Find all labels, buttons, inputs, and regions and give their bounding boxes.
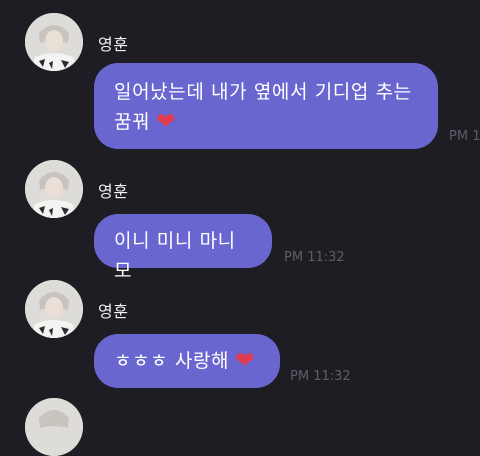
- message-bubble[interactable]: ㅎㅎㅎ 사랑해 ❤: [94, 334, 280, 388]
- avatar[interactable]: [25, 280, 83, 338]
- heart-icon: ❤: [235, 348, 255, 374]
- chat-thread: 영훈 일어났는데 내가 옆에서 기디업 추는 꿈꿔❤ PM 11 영훈 이니 미…: [0, 0, 480, 456]
- avatar[interactable]: [25, 160, 83, 218]
- message-text: 꿈꿔 ❤: [114, 109, 177, 135]
- message-bubble[interactable]: 이니 미니 마니모: [94, 214, 272, 282]
- avatar-photo-icon: [25, 280, 83, 338]
- avatar-photo-icon: [25, 398, 83, 456]
- avatar[interactable]: [25, 13, 83, 71]
- sender-name: 영훈: [98, 182, 129, 201]
- heart-icon: ❤: [156, 109, 177, 135]
- avatar-photo-icon: [25, 160, 83, 218]
- avatar[interactable]: [25, 398, 83, 456]
- message-text: 일어났는데 내가 옆에서 기디업 추는: [114, 81, 412, 103]
- sender-name: 영훈: [98, 302, 129, 321]
- message-text: ㅎㅎㅎ 사랑해 ❤: [114, 348, 255, 374]
- message-timestamp: PM 11:32: [290, 369, 351, 384]
- message-bubble[interactable]: 일어났는데 내가 옆에서 기디업 추는 꿈꿔 ❤: [94, 63, 438, 149]
- message-timestamp: PM 11: [449, 129, 480, 144]
- message-text: 이니 미니 마니모: [114, 230, 236, 282]
- sender-name: 영훈: [98, 35, 129, 54]
- avatar-photo-icon: [25, 13, 83, 71]
- message-timestamp: PM 11:32: [284, 250, 345, 265]
